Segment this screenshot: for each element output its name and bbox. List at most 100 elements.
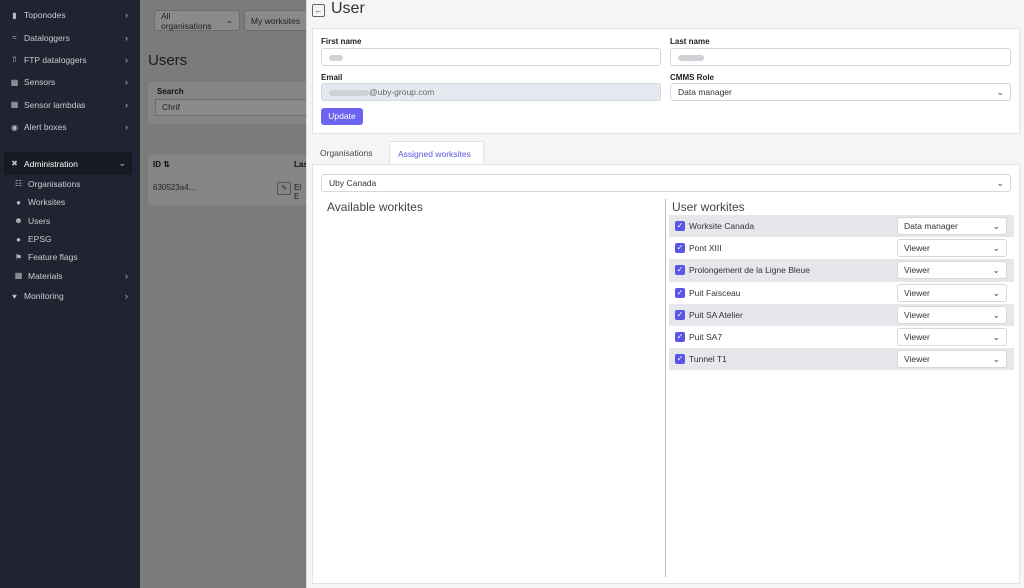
sidebar-item-sensor-lambdas[interactable]: ▦ Sensor lambdas ›	[0, 94, 140, 116]
worksite-role-value: Viewer	[904, 354, 930, 365]
box-icon: ▦	[14, 271, 23, 281]
sidebar-item-materials[interactable]: ▦ Materials ›	[0, 267, 140, 285]
list-item: ✓ Tunnel T1 Viewer ⌄	[669, 348, 1014, 371]
upload-icon: ⇧	[11, 55, 18, 65]
sidebar-item-label: Worksites	[28, 197, 66, 208]
edit-icon[interactable]: ✎	[277, 182, 291, 195]
sidebar-item-label: Monitoring	[24, 291, 64, 302]
last-name-label: Last name	[670, 37, 710, 46]
email-value: @uby-group.com	[369, 87, 435, 97]
checkbox-checked[interactable]: ✓	[675, 309, 685, 320]
worksite-name: Pont XIII	[689, 243, 722, 254]
checkbox-checked[interactable]: ✓	[675, 265, 685, 276]
checkbox-checked[interactable]: ✓	[675, 287, 685, 298]
sidebar: ▮ Toponodes › ≈ Dataloggers › ⇧ FTP data…	[0, 0, 140, 588]
worksite-name: Worksite Canada	[689, 221, 755, 231]
worksite-role-select[interactable]: Viewer ⌄	[897, 239, 1007, 258]
worksite-name: Tunnel T1	[689, 354, 727, 365]
sidebar-item-worksites[interactable]: ● Worksites	[0, 193, 140, 211]
worksite-role-select[interactable]: Viewer ⌄	[897, 350, 1007, 369]
worksite-role-select[interactable]: Viewer ⌄	[897, 305, 1007, 324]
redacted-text	[678, 54, 704, 61]
chevron-down-icon: ⌄	[992, 287, 1000, 298]
worksite-role-select[interactable]: Viewer ⌄	[897, 283, 1007, 302]
sidebar-item-administration[interactable]: ✖ Administration ⌄	[4, 152, 132, 175]
chevron-right-icon: ›	[125, 99, 128, 110]
chevron-right-icon: ›	[125, 77, 128, 88]
sidebar-item-label: FTP dataloggers	[24, 54, 87, 65]
checkbox-checked[interactable]: ✓	[675, 354, 685, 365]
email-label: Email	[321, 73, 343, 82]
tab-organisations[interactable]: Organisations	[312, 141, 386, 165]
chevron-down-icon: ⌄	[992, 221, 1000, 231]
worksite-role-select[interactable]: Data manager ⌄	[897, 217, 1007, 235]
checkbox-checked[interactable]: ✓	[675, 221, 685, 231]
chevron-down-icon: ⌄	[992, 243, 1000, 254]
worksite-role-value: Data manager	[904, 221, 958, 231]
organisation-filter[interactable]: All organisations ⌄	[154, 10, 240, 31]
column-header-label: ID	[153, 160, 161, 169]
checkbox-checked[interactable]: ✓	[675, 243, 685, 254]
worksite-name: Puit SA7	[689, 332, 723, 342]
heart-icon: ♥	[12, 291, 17, 301]
cmms-role-select[interactable]: Data manager ⌄	[670, 83, 1011, 101]
wifi-icon: ≈	[12, 33, 17, 43]
column-header-id[interactable]: ID ⇅	[153, 160, 170, 169]
first-name-field[interactable]	[321, 48, 661, 66]
worksite-filter[interactable]: My worksites	[244, 10, 314, 31]
sidebar-item-ftp-dataloggers[interactable]: ⇧ FTP dataloggers ›	[0, 49, 140, 71]
worksite-name: Puit Faisceau	[689, 287, 741, 298]
assigned-worksites-panel: Uby Canada ⌄ Available workites User wor…	[312, 164, 1020, 584]
sidebar-item-dataloggers[interactable]: ≈ Dataloggers ›	[0, 26, 140, 48]
list-item: ✓ Puit SA Atelier Viewer ⌄	[669, 303, 1014, 326]
sidebar-item-label: EPSG	[28, 234, 52, 245]
worksite-role-value: Viewer	[904, 287, 930, 298]
organisation-select[interactable]: Uby Canada ⌄	[321, 174, 1011, 192]
worksite-role-select[interactable]: Viewer ⌄	[897, 328, 1007, 346]
list-item: ✓ Worksite Canada Data manager ⌄	[669, 215, 1014, 238]
last-name-field[interactable]	[670, 48, 1011, 66]
update-button[interactable]: Update	[321, 108, 363, 125]
chevron-right-icon: ›	[125, 291, 128, 302]
user-form: First name Last name Email @uby-group.co…	[312, 28, 1020, 134]
user-worksites-title: User workites	[672, 200, 745, 214]
list-item: ✓ Pont XIII Viewer ⌄	[669, 237, 1014, 259]
sidebar-item-alert-boxes[interactable]: ◉ Alert boxes ›	[0, 116, 140, 138]
sort-icon: ⇅	[163, 160, 170, 169]
first-name-label: First name	[321, 37, 362, 46]
back-arrow-icon[interactable]: ←	[312, 4, 325, 17]
sidebar-item-toponodes[interactable]: ▮ Toponodes ›	[0, 4, 140, 26]
sidebar-item-label: Sensor lambdas	[24, 99, 86, 110]
sidebar-item-epsg[interactable]: ● EPSG	[0, 230, 140, 248]
sidebar-item-label: Feature flags	[28, 252, 78, 263]
chevron-down-icon: ⌄	[118, 158, 126, 169]
sidebar-item-label: Materials	[28, 270, 63, 281]
sidebar-item-sensors[interactable]: ▦ Sensors ›	[0, 71, 140, 93]
sidebar-item-label: Administration	[24, 158, 78, 169]
sidebar-item-label: Organisations	[28, 178, 81, 189]
organisation-select-value: Uby Canada	[329, 178, 377, 188]
sensor-icon: ▦	[10, 77, 19, 87]
chevron-down-icon: ⌄	[992, 265, 1000, 276]
chevron-right-icon: ›	[125, 32, 128, 43]
sidebar-item-label: Sensors	[24, 77, 56, 88]
chevron-down-icon: ⌄	[992, 354, 1000, 365]
flag-icon: ⚑	[14, 252, 23, 262]
checkbox-checked[interactable]: ✓	[675, 332, 685, 342]
sidebar-item-label: Users	[28, 215, 51, 226]
sidebar-item-label: Alert boxes	[24, 122, 67, 133]
email-field[interactable]: @uby-group.com	[321, 83, 661, 101]
search-input[interactable]: Chrif	[155, 99, 307, 116]
list-item: ✓ Puit SA7 Viewer ⌄	[669, 326, 1014, 348]
sidebar-item-feature-flags[interactable]: ⚑ Feature flags	[0, 248, 140, 266]
column-divider	[665, 199, 666, 577]
sidebar-item-monitoring[interactable]: ♥ Monitoring ›	[0, 285, 140, 307]
chevron-down-icon: ⌄	[996, 87, 1004, 97]
chevron-down-icon: ⌄	[996, 178, 1004, 188]
sidebar-item-users[interactable]: ☻ Users	[0, 212, 140, 230]
worksite-role-select[interactable]: Viewer ⌄	[897, 261, 1007, 280]
tab-assigned-worksites[interactable]: Assigned worksites	[389, 141, 484, 165]
sidebar-item-organisations[interactable]: ☷ Organisations	[0, 175, 140, 193]
organisation-filter-label: All organisations	[161, 10, 212, 31]
bell-icon: ◉	[11, 122, 18, 132]
